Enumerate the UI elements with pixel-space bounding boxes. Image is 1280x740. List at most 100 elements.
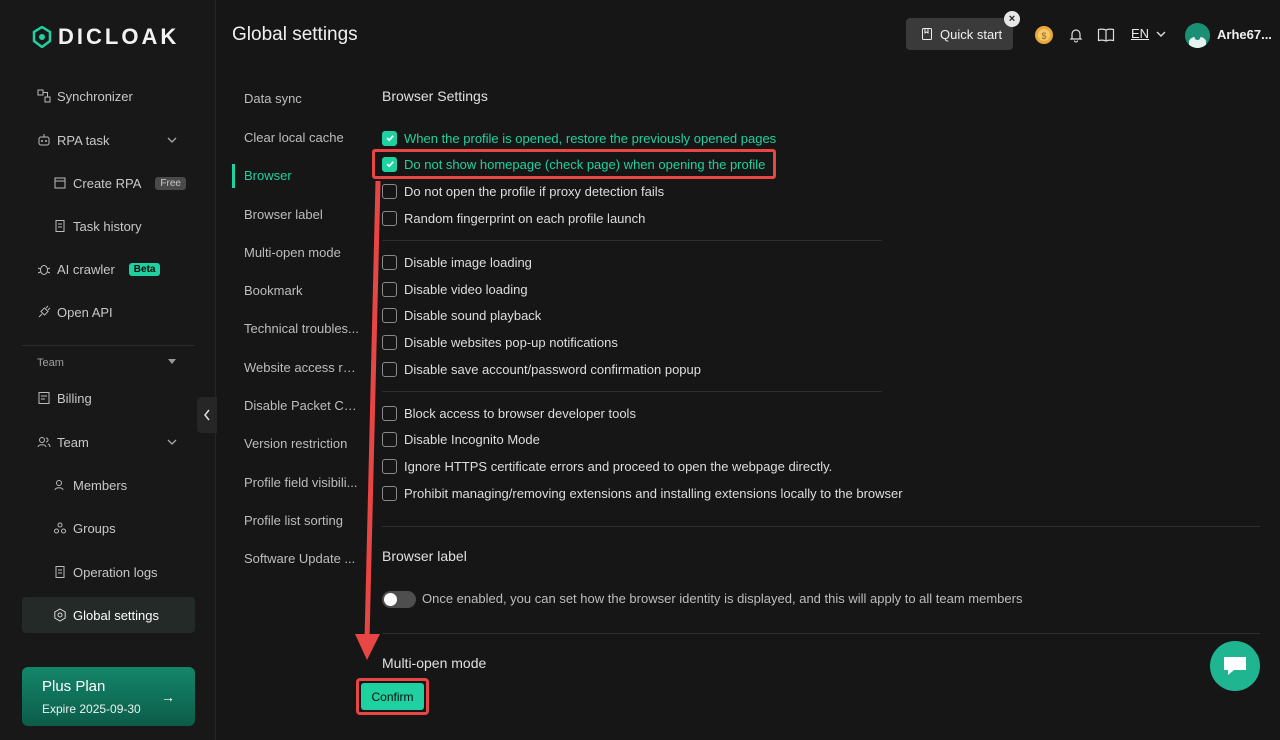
member-icon (52, 477, 68, 493)
checkbox[interactable] (382, 307, 397, 323)
browser-label-toggle[interactable] (382, 591, 416, 608)
option-disable-incognito[interactable]: Disable Incognito Mode (382, 430, 540, 448)
chevron-down-icon[interactable] (165, 435, 179, 449)
document-icon (52, 218, 68, 234)
subnav-technical-troubleshooting[interactable]: Technical troubles... (232, 317, 360, 341)
chevron-down-icon (1156, 31, 1166, 37)
book-icon[interactable] (1097, 26, 1115, 44)
subnav-bookmark[interactable]: Bookmark (232, 279, 360, 303)
option-label: Disable image loading (404, 254, 532, 270)
option-proxy-detection[interactable]: Do not open the profile if proxy detecti… (382, 182, 664, 200)
checkbox[interactable] (382, 458, 397, 474)
sidebar-item-ai-crawler[interactable]: AI crawler Beta (22, 251, 195, 287)
groups-icon (52, 520, 68, 536)
subnav-data-sync[interactable]: Data sync (232, 87, 360, 111)
plan-card[interactable]: Plus Plan Expire 2025-09-30 → (22, 667, 195, 726)
toggle-knob (384, 593, 397, 606)
browser-label-description: Once enabled, you can set how the browse… (422, 591, 1023, 606)
option-disable-password-popup[interactable]: Disable save account/password confirmati… (382, 360, 701, 378)
plan-title: Plus Plan (42, 678, 106, 695)
subnav-profile-list-sorting[interactable]: Profile list sorting (232, 509, 360, 533)
chevron-down-icon[interactable] (165, 133, 179, 147)
close-icon[interactable]: × (1004, 11, 1020, 27)
divider (382, 240, 882, 241)
arrow-right-icon: → (161, 689, 175, 705)
create-icon (52, 175, 68, 191)
option-prohibit-extensions[interactable]: Prohibit managing/removing extensions an… (382, 484, 903, 502)
subnav-browser[interactable]: Browser (232, 164, 360, 188)
settings-icon (52, 607, 68, 623)
checkbox[interactable] (382, 485, 397, 501)
sidebar: DICLOAK Synchronizer RPA task Create RPA… (0, 0, 216, 740)
subnav-profile-field-visibility[interactable]: Profile field visibili... (232, 471, 360, 495)
subnav-clear-local-cache[interactable]: Clear local cache (232, 126, 360, 150)
sidebar-item-operation-logs[interactable]: Operation logs (22, 554, 195, 590)
sidebar-item-task-history[interactable]: Task history (22, 208, 195, 244)
svg-text:$: $ (1041, 31, 1046, 41)
quick-start-button[interactable]: Quick start (906, 18, 1013, 50)
brand-logo[interactable]: DICLOAK (32, 24, 179, 50)
annotation-confirm-highlight: Confirm (356, 678, 429, 715)
avatar[interactable] (1185, 23, 1210, 48)
option-label: Disable save account/password confirmati… (404, 361, 702, 377)
logo-icon (32, 26, 52, 48)
checkbox[interactable] (382, 361, 397, 377)
checkbox[interactable] (382, 405, 397, 421)
collapse-sidebar-button[interactable] (197, 397, 217, 433)
option-disable-notifications[interactable]: Disable websites pop-up notifications (382, 333, 618, 351)
option-restore-pages[interactable]: When the profile is opened, restore the … (382, 129, 776, 147)
browser-settings-title: Browser Settings (382, 88, 488, 104)
confirm-button[interactable]: Confirm (361, 683, 424, 710)
option-disable-image[interactable]: Disable image loading (382, 253, 532, 271)
subnav-disable-packet-capture[interactable]: Disable Packet Ca... (232, 394, 360, 418)
option-label: Disable video loading (404, 281, 528, 297)
bell-icon[interactable] (1067, 26, 1085, 44)
option-random-fingerprint[interactable]: Random fingerprint on each profile launc… (382, 209, 645, 227)
option-ignore-https[interactable]: Ignore HTTPS certificate errors and proc… (382, 457, 832, 475)
section-divider (382, 526, 1260, 527)
language-selector[interactable]: EN (1131, 26, 1167, 41)
sidebar-item-label: Members (73, 477, 128, 493)
username[interactable]: Arhe67... (1217, 27, 1272, 42)
option-label: Block access to browser developer tools (404, 405, 636, 421)
checkbox[interactable] (382, 210, 397, 226)
checkbox[interactable] (382, 183, 397, 199)
sidebar-item-billing[interactable]: Billing (22, 380, 195, 416)
sidebar-item-rpa-task[interactable]: RPA task (22, 122, 195, 158)
option-disable-sound[interactable]: Disable sound playback (382, 306, 541, 324)
sidebar-item-create-rpa[interactable]: Create RPA Free (22, 165, 195, 201)
checkbox[interactable] (382, 431, 397, 447)
sidebar-item-synchronizer[interactable]: Synchronizer (22, 78, 195, 114)
option-label: Random fingerprint on each profile launc… (404, 210, 646, 226)
checkbox[interactable] (382, 254, 397, 270)
subnav-version-restriction[interactable]: Version restriction (232, 432, 360, 456)
checkbox[interactable] (382, 334, 397, 350)
checkbox[interactable] (382, 281, 397, 297)
sidebar-item-label: Groups (73, 520, 116, 536)
chat-support-button[interactable] (1210, 641, 1260, 691)
language-label: EN (1131, 26, 1150, 41)
subnav-software-update[interactable]: Software Update ... (232, 547, 360, 571)
sidebar-divider (22, 345, 195, 346)
option-disable-video[interactable]: Disable video loading (382, 280, 528, 298)
sidebar-item-open-api[interactable]: Open API (22, 294, 195, 330)
robot-icon (36, 132, 52, 148)
multi-open-mode-title: Multi-open mode (382, 655, 487, 671)
subnav-website-access[interactable]: Website access re... (232, 356, 360, 380)
section-divider (382, 633, 1260, 634)
subnav-browser-label[interactable]: Browser label (232, 203, 360, 227)
checkbox-checked[interactable] (382, 130, 397, 146)
sidebar-item-groups[interactable]: Groups (22, 510, 195, 546)
subnav-multi-open-mode[interactable]: Multi-open mode (232, 241, 360, 265)
divider (382, 391, 882, 392)
sidebar-item-team[interactable]: Team (22, 424, 195, 460)
sidebar-item-global-settings[interactable]: Global settings (22, 597, 195, 633)
sidebar-item-members[interactable]: Members (22, 467, 195, 503)
coin-icon[interactable]: $ (1033, 24, 1055, 46)
option-block-devtools[interactable]: Block access to browser developer tools (382, 404, 636, 422)
chat-icon (1224, 657, 1246, 675)
option-label: Ignore HTTPS certificate errors and proc… (404, 458, 833, 474)
caret-down-icon[interactable] (168, 359, 176, 364)
book-mark-icon (922, 28, 932, 40)
users-icon (36, 434, 52, 450)
